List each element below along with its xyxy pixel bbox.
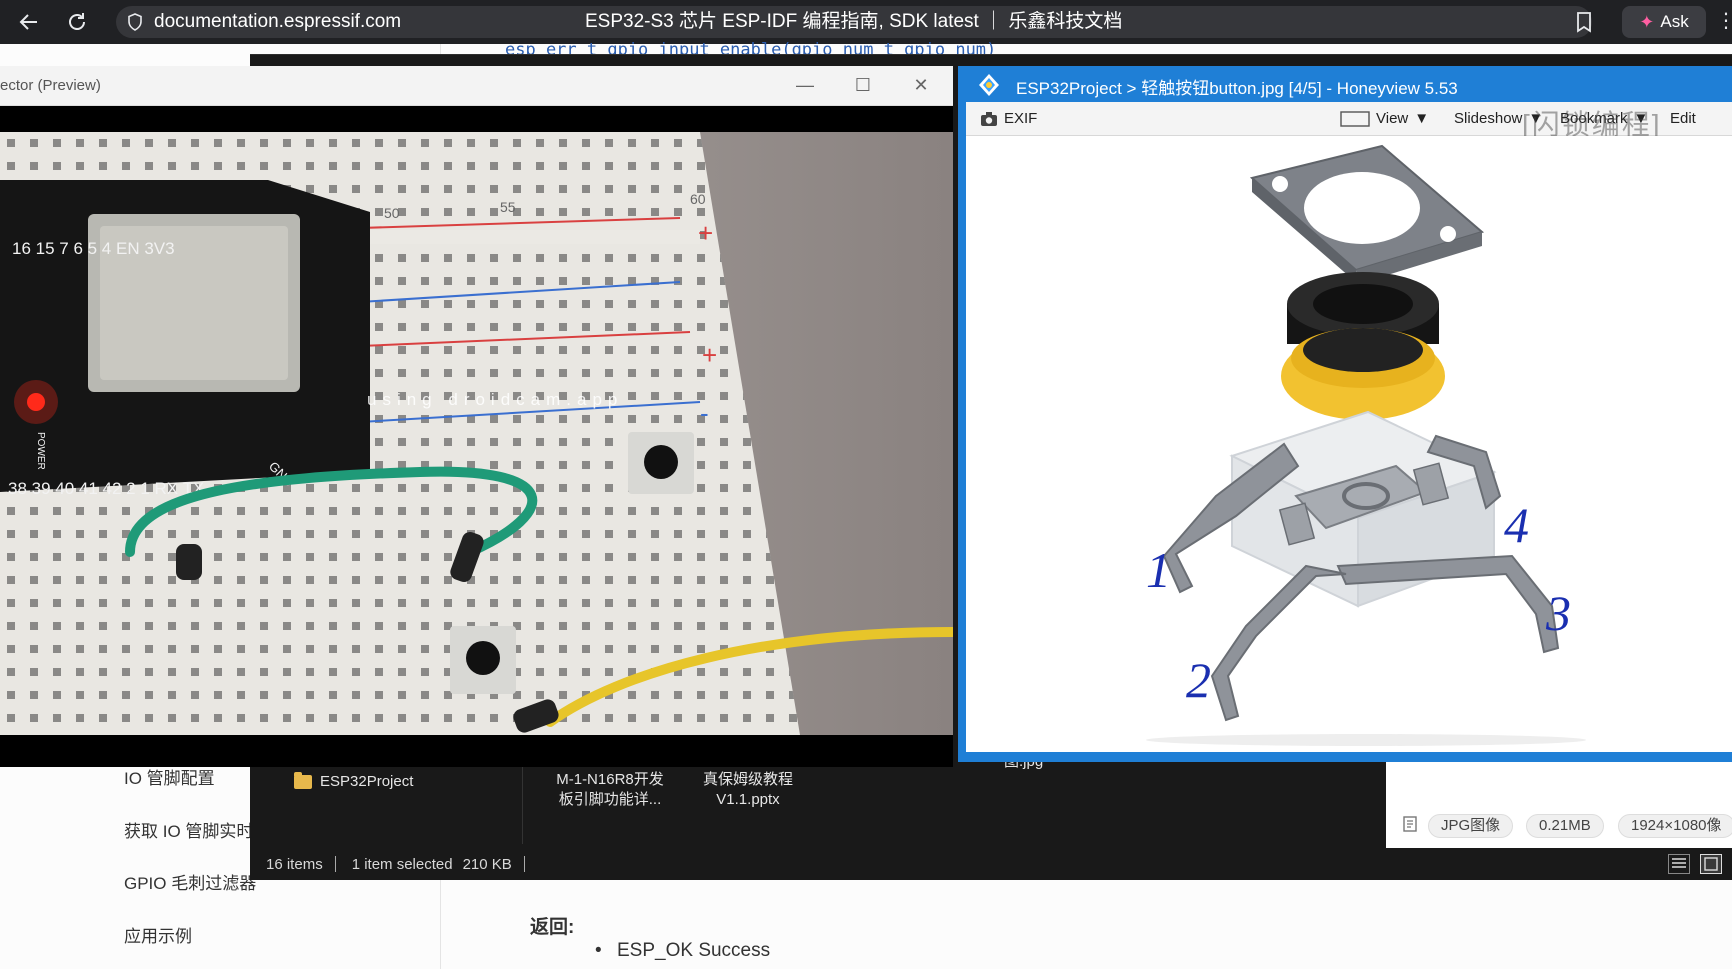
ruler-label: 60: [690, 191, 706, 207]
returns-heading: 返回:: [530, 917, 575, 938]
minimize-icon[interactable]: —: [790, 72, 820, 98]
droidcam-watermark: using droidcam.app: [367, 390, 624, 409]
honeyview-window-title: ESP32Project > 轻触按钮button.jpg [4/5] - Ho…: [1016, 79, 1458, 98]
folder-icon: [294, 771, 312, 789]
return-value-item: ESP_OK Success: [595, 940, 770, 962]
camera-window-title: ector (Preview): [0, 77, 101, 94]
toc-item-glitch-filter[interactable]: GPIO 毛刺过滤器: [124, 869, 256, 894]
camera-icon: [981, 111, 997, 126]
file-item-pptx[interactable]: 真保姆级教程 V1.1.pptx: [688, 770, 808, 810]
honeyview-toolbar: EXIF View ▼ Slideshow ▼ Bookmark ▼ Edit …: [966, 102, 1732, 140]
honeyview-logo-icon: [979, 74, 999, 96]
board-bottom-pin-labels: 38 39 40 41 42 2 1 RX TX: [8, 479, 204, 498]
rail-plus-label: +: [702, 340, 717, 370]
camera-titlebar: ector (Preview) — ☐ ✕: [0, 66, 953, 106]
file-item-pinout[interactable]: M-1-N16R8开发 板引脚功能详...: [548, 770, 672, 810]
rail-plus-label: +: [698, 218, 713, 248]
toc-item-io-realtime[interactable]: 获取 IO 管脚实时: [124, 817, 253, 842]
status-size: 210 KB: [462, 855, 512, 873]
pin-label-2: 2: [1186, 652, 1211, 708]
file-info-icon: [1403, 816, 1417, 832]
more-menu-icon[interactable]: ⋮: [1716, 8, 1732, 34]
file-name-line2: V1.1.pptx: [716, 791, 780, 808]
edit-label: Edit: [1670, 110, 1696, 127]
camera-video-feed: + + - 50 55 60 16 15 7 6 5 4 EN 3V3 38 3…: [0, 132, 958, 735]
detail-size-chip: 0.21MB: [1526, 814, 1604, 838]
sparkle-icon: ✦: [1639, 11, 1655, 32]
view-icon: [1340, 110, 1370, 127]
file-name-line1: 真保姆级教程: [702, 771, 793, 788]
exif-button[interactable]: EXIF: [980, 110, 1037, 127]
toc-item-io-config[interactable]: IO 管脚配置: [124, 764, 215, 789]
reload-button[interactable]: [60, 5, 94, 39]
file-name-line2: 板引脚功能详...: [558, 791, 662, 808]
arrow-left-icon: [19, 14, 37, 30]
bookmark-star-icon[interactable]: [1572, 10, 1596, 34]
board-top-pin-labels: 16 15 7 6 5 4 EN 3V3: [12, 239, 175, 258]
pin-label-3: 3: [1546, 585, 1571, 641]
maximize-icon[interactable]: ☐: [848, 72, 878, 98]
detail-dims-chip: 1924×1080像: [1618, 814, 1732, 838]
chevron-down-icon: ▼: [1414, 110, 1430, 127]
tact-switch-exploded-diagram: [1146, 144, 1586, 746]
honeyview-image-canvas: 1 2 3 4: [966, 136, 1732, 752]
tiles-view-button[interactable]: [1700, 854, 1722, 874]
shield-icon: [126, 13, 144, 31]
list-view-icon: [1672, 858, 1686, 868]
nav-folder-esp32project[interactable]: ESP32Project: [294, 771, 414, 790]
url-text: documentation.espressif.com: [154, 11, 402, 32]
details-view-button[interactable]: [1668, 854, 1690, 874]
pin-label-4: 4: [1504, 497, 1529, 553]
explorer-status-bar: 16 items 1 item selected 210 KB: [250, 848, 1732, 880]
status-item-count: 16 items: [266, 855, 323, 873]
file-name-line1: M-1-N16R8开发: [556, 771, 664, 788]
ruler-label: 50: [384, 205, 400, 221]
toc-item-examples[interactable]: 应用示例: [124, 922, 192, 947]
ask-button[interactable]: ✦ Ask: [1622, 6, 1706, 38]
edit-button[interactable]: Edit: [1670, 110, 1696, 127]
detail-type-chip: JPG图像: [1428, 814, 1514, 838]
exif-label: EXIF: [1004, 110, 1038, 127]
nav-pane-divider: [522, 754, 523, 844]
contact-leg-3: [1336, 554, 1560, 654]
ruler-label: 55: [500, 199, 516, 215]
rail-minus-label: -: [700, 398, 709, 428]
pin-label-1: 1: [1146, 542, 1171, 598]
status-divider: [334, 856, 336, 872]
camera-preview-window: ector (Preview) — ☐ ✕ + + - 50 55 60 16 …: [0, 66, 958, 767]
power-label: POWER: [35, 432, 46, 470]
tile-view-icon: [1704, 857, 1718, 871]
slideshow-label: Slideshow: [1454, 110, 1523, 127]
view-menu-button[interactable]: View ▼: [1340, 110, 1429, 127]
status-divider: [523, 856, 525, 872]
breadboard-photo: + + - 50 55 60 16 15 7 6 5 4 EN 3V3 38 3…: [0, 132, 958, 735]
status-selected: 1 item selected: [351, 855, 453, 873]
honeyview-titlebar: ESP32Project > 轻触按钮button.jpg [4/5] - Ho…: [958, 66, 1732, 102]
close-icon[interactable]: ✕: [906, 72, 936, 98]
honeyview-window: ESP32Project > 轻触按钮button.jpg [4/5] - Ho…: [958, 66, 1732, 762]
ask-label: Ask: [1660, 12, 1689, 31]
back-button[interactable]: [12, 5, 46, 39]
page-title: ESP32-S3 芯片 ESP-IDF 编程指南, SDK latest ｜ 乐…: [585, 11, 1123, 32]
folder-label: ESP32Project: [320, 773, 414, 790]
view-label: View: [1376, 110, 1409, 127]
reload-icon: [69, 13, 85, 30]
